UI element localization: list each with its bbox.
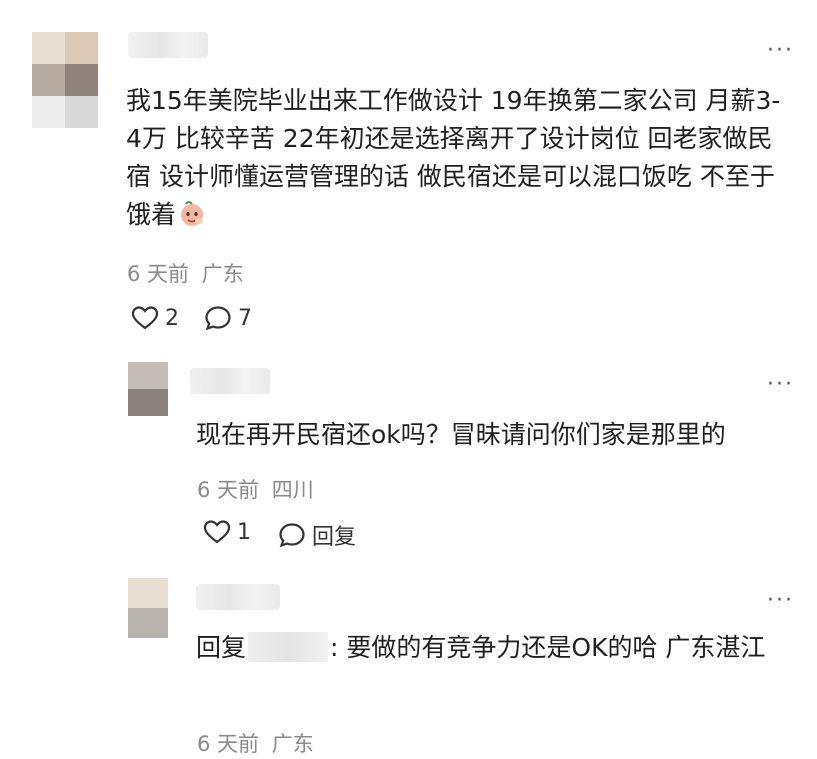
- location: 四川: [271, 478, 314, 502]
- location: 广东: [271, 732, 314, 756]
- reply-count-button[interactable]: 7: [204, 305, 252, 331]
- mentioned-user-blurred[interactable]: [248, 632, 329, 662]
- reply-count: 7: [238, 305, 252, 331]
- reply-text: 现在再开民宿还ok吗？冒昧请问你们家是那里的: [196, 420, 726, 449]
- comment-bubble-icon: [279, 523, 305, 548]
- more-options-icon[interactable]: ···: [767, 590, 794, 612]
- like-button[interactable]: 1: [203, 519, 251, 545]
- timestamp: 6 天前: [127, 262, 190, 286]
- more-options-icon[interactable]: ···: [767, 374, 794, 396]
- username-blurred[interactable]: [190, 368, 270, 394]
- peach-face-emoji-icon: [181, 201, 204, 226]
- username-blurred[interactable]: [128, 32, 208, 58]
- timestamp: 6 天前: [197, 478, 260, 502]
- like-button[interactable]: 2: [131, 305, 179, 331]
- heart-icon: [131, 306, 159, 330]
- username-blurred[interactable]: [196, 584, 280, 610]
- reply-label: 回复: [312, 525, 357, 550]
- timestamp: 6 天前: [197, 732, 260, 756]
- avatar[interactable]: [128, 578, 168, 638]
- more-options-icon[interactable]: ···: [767, 40, 794, 62]
- avatar[interactable]: [128, 362, 168, 416]
- reply-meta: 6 天前 广东: [197, 728, 314, 758]
- comment-bubble-icon: [205, 306, 231, 331]
- reply-button[interactable]: 回复: [278, 519, 356, 551]
- comment-text: 我15年美院毕业出来工作做设计 19年换第二家公司 月薪3-4万 比较辛苦 22…: [126, 86, 781, 229]
- reply-body: : 要做的有竞争力还是OK的哈 广东湛江: [330, 633, 766, 662]
- reply-prefix: 回复: [196, 633, 247, 662]
- avatar[interactable]: [32, 32, 98, 128]
- like-count: 2: [165, 305, 179, 331]
- reply-meta: 6 天前 四川: [197, 474, 314, 504]
- reply-text: 回复 : 要做的有竞争力还是OK的哈 广东湛江: [196, 629, 796, 667]
- comment-meta: 6 天前 广东: [127, 258, 244, 288]
- heart-icon: [203, 520, 231, 544]
- location: 广东: [201, 262, 244, 286]
- like-count: 1: [237, 519, 251, 545]
